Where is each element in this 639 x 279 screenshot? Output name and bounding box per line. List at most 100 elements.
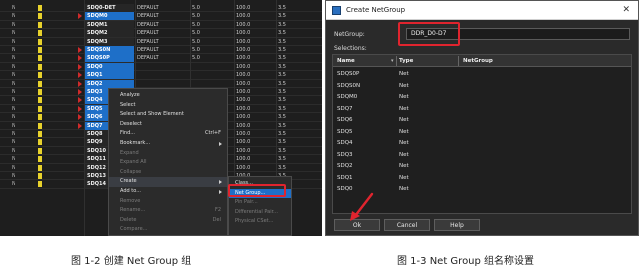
row-marker [38,21,42,28]
value-cell [192,80,232,88]
table-row[interactable]: N SDQM2 DEFAULT 5.0 100.0 3.5 [0,29,322,38]
row-type-glyph: N [12,5,15,11]
app-icon [332,6,341,15]
menu-item-delete[interactable]: Delete Del [109,216,227,226]
table-row[interactable]: SDQ6 Net [333,115,631,127]
menu-item-bookmark[interactable]: Bookmark... [109,139,227,149]
table-row[interactable]: N SDQ1 100.0 3.5 [0,71,322,80]
selection-arrow-icon [78,97,82,104]
menu-item-analyze[interactable]: Analyze [109,91,227,101]
menu-item-expand-all[interactable]: Expand All [109,158,227,168]
selection-arrow-icon [78,80,82,87]
value-cell [192,71,232,79]
menu-item-deselect[interactable]: Deselect [109,120,227,130]
table-row[interactable]: N SDQ2 100.0 3.5 [0,79,322,88]
net-name-cell[interactable]: SDQ0-DET [84,4,134,12]
net-name-cell: SDQ7 [337,105,353,112]
column-header-name[interactable]: Name [337,55,355,67]
value-cell: 100.0 [236,47,251,53]
menu-item-select[interactable]: Select [109,101,227,111]
column-header-type[interactable]: Type [399,55,413,67]
row-type-glyph: N [12,164,15,171]
table-row[interactable]: SDQM0 Net [333,92,631,104]
submenu-item-differential-pair[interactable]: Differential Pair... [229,208,291,218]
table-row[interactable]: N SDQ0 100.0 3.5 [0,62,322,72]
value-cell: 5.0 [192,21,200,28]
menu-item-add-to[interactable]: Add to... [109,187,227,197]
net-name-cell[interactable]: SDQM1 [84,20,134,29]
value-cell: 3.5 [278,5,286,11]
row-marker [38,173,42,179]
dialog-titlebar: Create NetGroup ✕ [326,1,638,20]
table-row[interactable]: SDQ4 Net [333,138,631,150]
net-name-cell[interactable]: SDQ1 [84,71,134,80]
menu-item-collapse[interactable]: Collapse [109,168,227,178]
table-row[interactable]: N SDQM3 DEFAULT 5.0 100.0 3.5 [0,37,322,46]
net-type-cell: Net [399,71,409,77]
row-marker [38,30,42,37]
table-row[interactable]: SDQ5 Net [333,127,631,139]
selection-arrow-icon [78,13,82,20]
submenu-item-pin-pair[interactable]: Pin Pair... [229,198,291,208]
net-name-cell: SDQ1 [337,174,353,181]
table-row[interactable]: SDQ0 Net [333,184,631,196]
net-type-cell: Net [399,117,409,123]
net-name-cell: SDQM0 [337,94,358,100]
value-cell: 5.0 [192,13,200,20]
menu-item-create[interactable]: Create [109,177,227,187]
net-name-cell[interactable]: SDQS0N [84,46,134,54]
menu-item-label: Deselect [120,120,142,127]
value-cell: 3.5 [278,156,286,163]
net-group-highlight-box [228,184,286,197]
value-cell: 100.0 [236,13,251,20]
close-icon[interactable]: ✕ [622,1,630,20]
net-name-cell[interactable]: SDQM3 [84,37,134,46]
help-button[interactable]: Help [434,219,480,231]
menu-item-label: Find... [120,130,136,137]
menu-item-compare[interactable]: Compare... [109,225,227,235]
net-type-cell: Net [399,82,409,89]
table-row[interactable]: SDQ1 Net [333,173,631,185]
table-row[interactable]: SDQ2 Net [333,161,631,173]
value-cell [192,63,232,71]
table-row[interactable]: SDQS0N Net [333,81,631,93]
value-cell: 3.5 [278,47,286,53]
chevron-down-icon[interactable]: ▾ [391,58,394,64]
value-cell: 5.0 [192,47,200,53]
value-cell: 100.0 [236,114,251,121]
column-header-netgroup[interactable]: NetGroup [463,55,493,67]
net-name-cell[interactable]: SDQ2 [84,79,134,88]
row-marker [38,139,42,146]
table-row[interactable]: N SDQS0P DEFAULT 5.0 100.0 3.5 [0,54,322,63]
row-marker [38,5,42,11]
table-row[interactable]: SDQS0P Net [333,69,631,81]
value-cell: 3.5 [278,72,286,79]
submenu-item-physical-cset[interactable]: Physical CSet... [229,217,291,227]
row-marker [38,72,42,79]
value-cell: 3.5 [278,105,286,112]
table-row[interactable]: N SDQM0 DEFAULT 5.0 100.0 3.5 [0,12,322,21]
net-name-cell[interactable]: SDQM2 [84,29,134,38]
net-name-cell[interactable]: SDQ0 [84,62,134,71]
table-row[interactable]: N SDQM1 DEFAULT 5.0 100.0 3.5 [0,20,322,30]
row-type-glyph: N [12,21,15,28]
menu-item-find[interactable]: Find... Ctrl+F [109,129,227,139]
menu-item-label: Remove [120,197,141,204]
value-cell: 100.0 [236,63,251,70]
net-name-cell[interactable]: SDQM0 [84,12,134,21]
menu-item-select-and-show-element[interactable]: Select and Show Element [109,110,227,120]
cancel-button[interactable]: Cancel [384,219,430,231]
table-row[interactable]: SDQ7 Net [333,104,631,116]
table-row[interactable]: N SDQ0-DET DEFAULT 5.0 100.0 3.5 [0,4,322,13]
menu-item-rename[interactable]: Rename... F2 [109,206,227,216]
column-separator[interactable] [458,56,459,66]
column-separator[interactable] [396,56,397,66]
menu-item-expand[interactable]: Expand [109,149,227,159]
table-row[interactable]: N SDQS0N DEFAULT 5.0 100.0 3.5 [0,46,322,55]
net-name-cell: SDQ2 [337,163,353,169]
selections-table: Name ▾ Type NetGroup SDQS0P Net SDQS0N Net S… [332,54,632,214]
menu-item-remove[interactable]: Remove [109,197,227,207]
net-name-cell[interactable]: SDQS0P [84,54,134,63]
table-row[interactable]: SDQ3 Net [333,150,631,162]
menu-shortcut: Del [212,216,221,223]
